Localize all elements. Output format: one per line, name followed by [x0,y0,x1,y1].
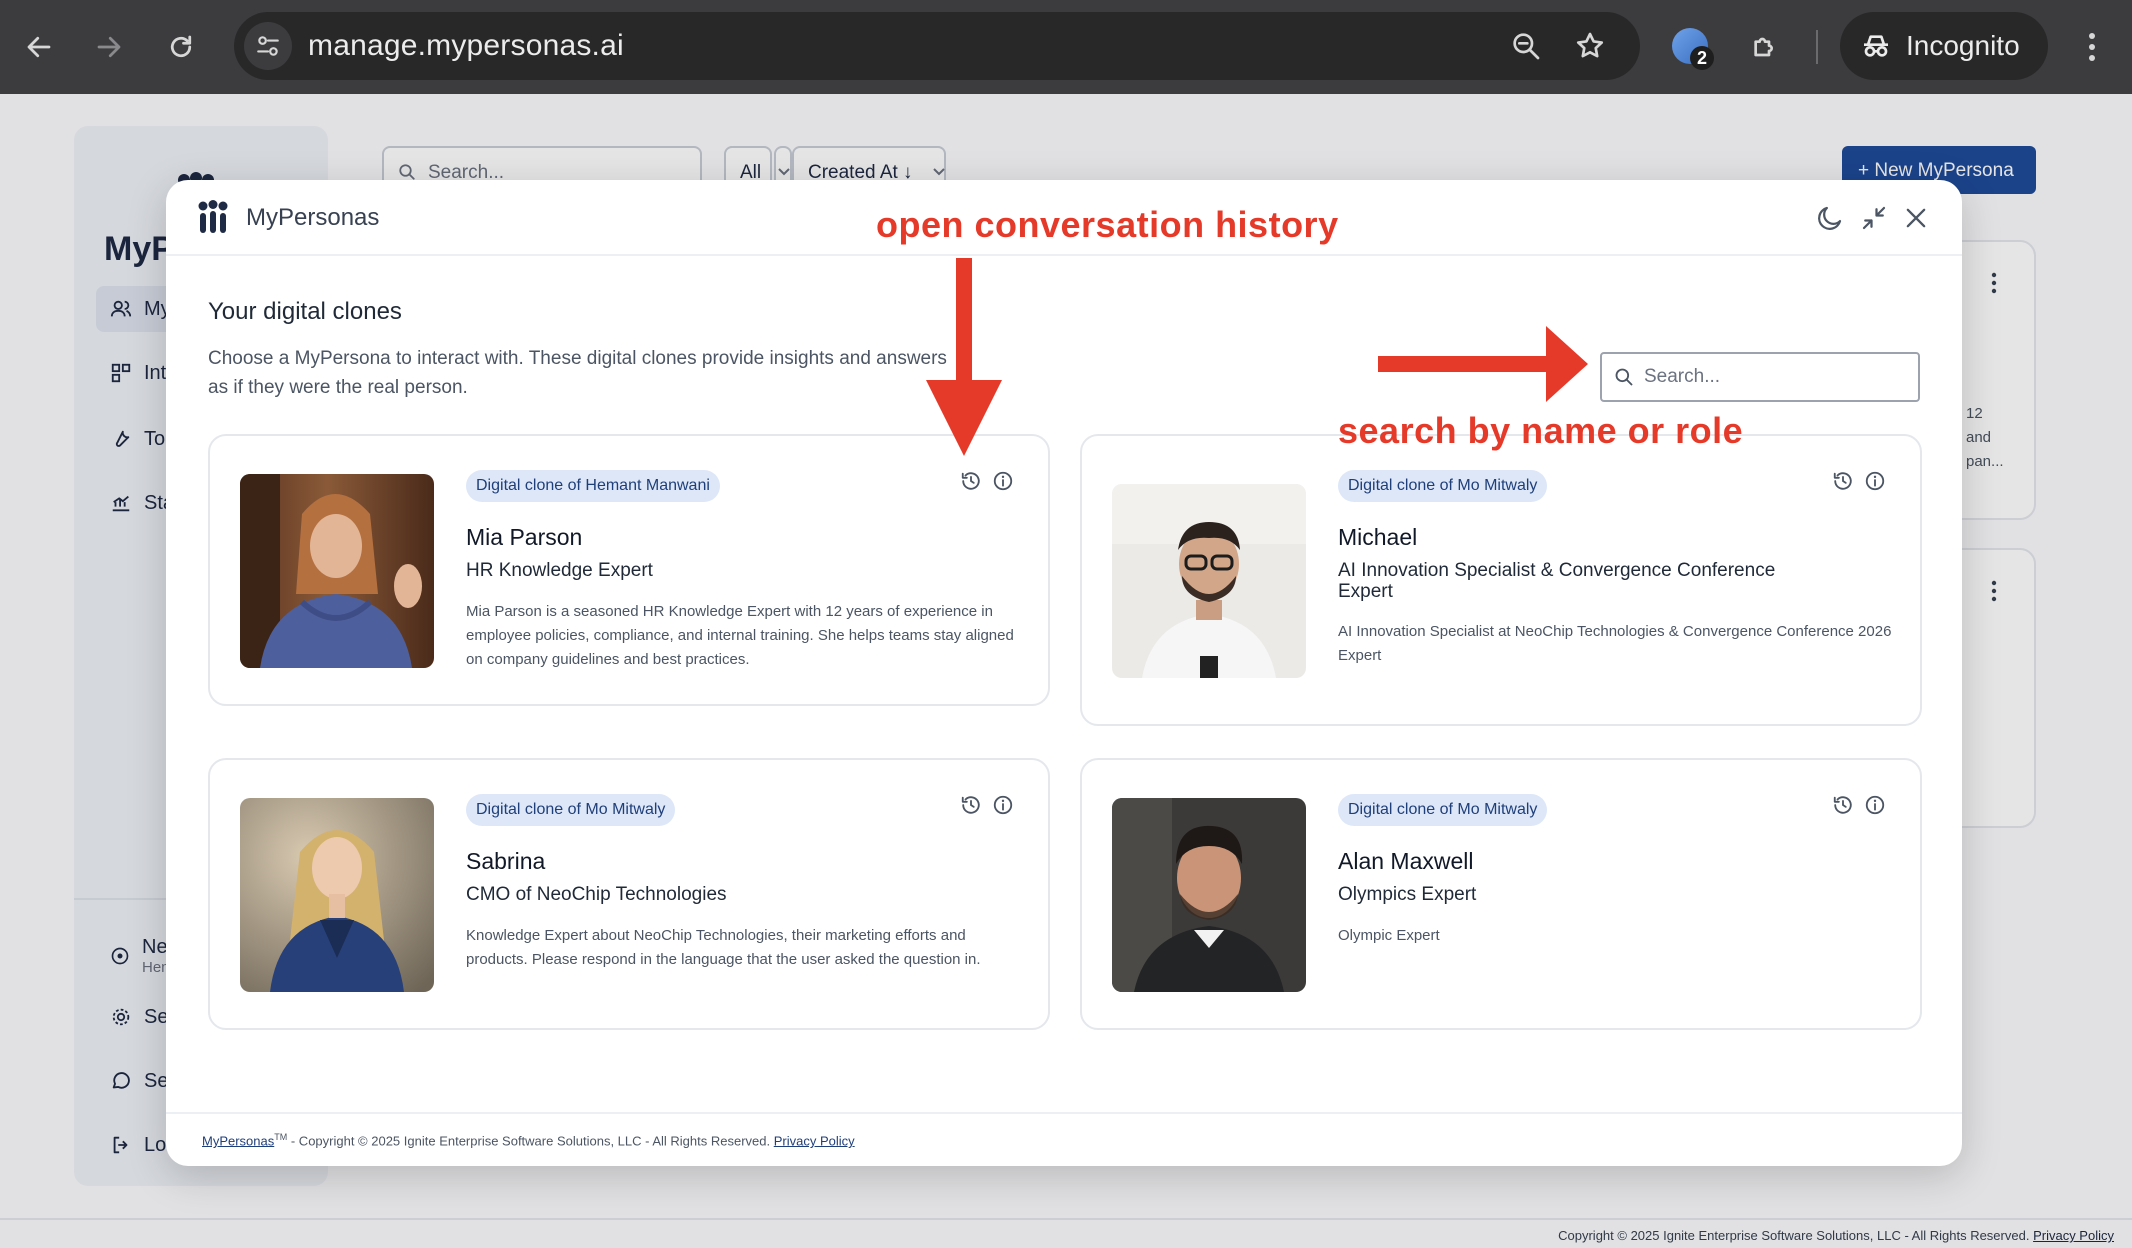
privacy-policy-link[interactable]: Privacy Policy [774,1133,855,1148]
clone-badge: Digital clone of Hemant Manwani [466,470,720,502]
persona-card-sabrina[interactable]: Digital clone of Mo Mitwaly Sabrina CMO … [208,758,1050,1030]
incognito-indicator[interactable]: Incognito [1840,12,2048,80]
address-bar[interactable]: manage.mypersonas.ai [234,12,1640,80]
modal-brand: MyPersonas [246,204,380,231]
close-button[interactable] [1898,200,1934,236]
site-info-button[interactable] [244,22,292,70]
conversation-history-button[interactable] [1830,792,1856,818]
persona-name: Michael [1338,524,1418,550]
annotation-search-label: search by name or role [1338,410,1744,451]
persona-role: CMO of NeoChip Technologies [466,884,727,905]
info-button[interactable] [1862,792,1888,818]
conversation-history-button[interactable] [958,792,984,818]
extension-button[interactable]: 2 [1672,28,1714,70]
clone-badge: Digital clone of Mo Mitwaly [1338,794,1548,826]
persona-role: Olympics Expert [1338,884,1477,905]
conversation-history-button[interactable] [958,468,984,494]
persona-card-michael[interactable]: Digital clone of Mo Mitwaly Michael AI I… [1080,434,1922,726]
conversation-history-button[interactable] [1830,468,1856,494]
trademark-mark: TM [274,1132,288,1142]
info-icon [993,795,1013,815]
info-button[interactable] [990,468,1016,494]
url-text[interactable]: manage.mypersonas.ai [308,29,624,63]
section-title: Your digital clones [208,298,402,325]
info-icon [1865,471,1885,491]
persona-description: AI Innovation Specialist at NeoChip Tech… [1338,623,1892,664]
info-icon [993,471,1013,491]
persona-selector-modal: MyPersonas Your digital clones Choose a … [166,180,1962,1166]
info-icon [1865,795,1885,815]
mypersonas-logo-icon [198,200,228,233]
search-icon [1615,368,1633,386]
zoom-out-icon [1513,33,1540,60]
history-icon [961,796,980,814]
arrow-right-icon [97,36,121,58]
persona-photo [240,474,434,668]
clone-badge: Digital clone of Mo Mitwaly [1338,470,1548,502]
reload-icon [170,35,192,58]
history-icon [1833,796,1852,814]
persona-card-alan-maxwell[interactable]: Digital clone of Mo Mitwaly Alan Maxwell… [1080,758,1922,1030]
browser-menu-button[interactable] [2072,22,2112,72]
minimize-icon [1862,206,1886,230]
persona-name: Sabrina [466,848,546,874]
arrow-left-icon [27,36,51,58]
persona-role: AI Innovation Specialist & Convergence C… [1338,560,1776,602]
persona-description: Mia Parson is a seasoned HR Knowledge Ex… [466,603,1014,668]
persona-photo [1112,484,1306,678]
browser-chrome: manage.mypersonas.ai 2 Incognito [0,0,2132,94]
section-description: Choose a MyPersona to interact with. The… [208,348,947,398]
history-icon [961,472,980,490]
persona-description: Olympic Expert [1338,927,1440,944]
back-button[interactable] [14,22,64,72]
reload-button[interactable] [156,22,206,72]
footer-copyright: - Copyright © 2025 Ignite Enterprise Sof… [287,1133,774,1149]
extension-badge-count: 2 [1690,46,1714,70]
persona-card-mia-parson[interactable]: Digital clone of Hemant Manwani Mia Pars… [208,434,1050,706]
modal-footer: MyPersonasTM - Copyright © 2025 Ignite E… [166,1112,1962,1166]
info-button[interactable] [990,792,1016,818]
moon-icon [1818,206,1842,230]
tune-icon [257,36,279,56]
kebab-menu-icon [2089,33,2095,61]
persona-role: HR Knowledge Expert [466,560,653,581]
annotation-history-label: open conversation history [876,204,1339,245]
star-icon [1576,32,1604,58]
bookmark-button[interactable] [1570,26,1610,66]
history-icon [1833,472,1852,490]
persona-name: Mia Parson [466,524,583,550]
close-icon [1906,208,1926,228]
persona-photo [1112,798,1306,992]
minimize-button[interactable] [1856,200,1892,236]
persona-search-input[interactable] [1644,362,1910,392]
incognito-icon [1864,35,1888,57]
clone-badge: Digital clone of Mo Mitwaly [466,794,676,826]
persona-search-field[interactable] [1600,352,1920,402]
persona-description: Knowledge Expert about NeoChip Technolog… [466,927,981,968]
incognito-label: Incognito [1906,30,2020,61]
puzzle-icon [1754,37,1773,57]
zoom-button[interactable] [1506,26,1546,66]
persona-photo [240,798,434,992]
extensions-button[interactable] [1740,22,1790,72]
mypersonas-link[interactable]: MyPersonas [202,1133,274,1148]
dark-mode-toggle[interactable] [1812,200,1848,236]
info-button[interactable] [1862,468,1888,494]
toolbar-separator [1816,30,1818,64]
forward-button[interactable] [84,22,134,72]
footer-text: MyPersonasTM - Copyright © 2025 Ignite E… [202,1132,855,1148]
persona-name: Alan Maxwell [1338,848,1474,874]
